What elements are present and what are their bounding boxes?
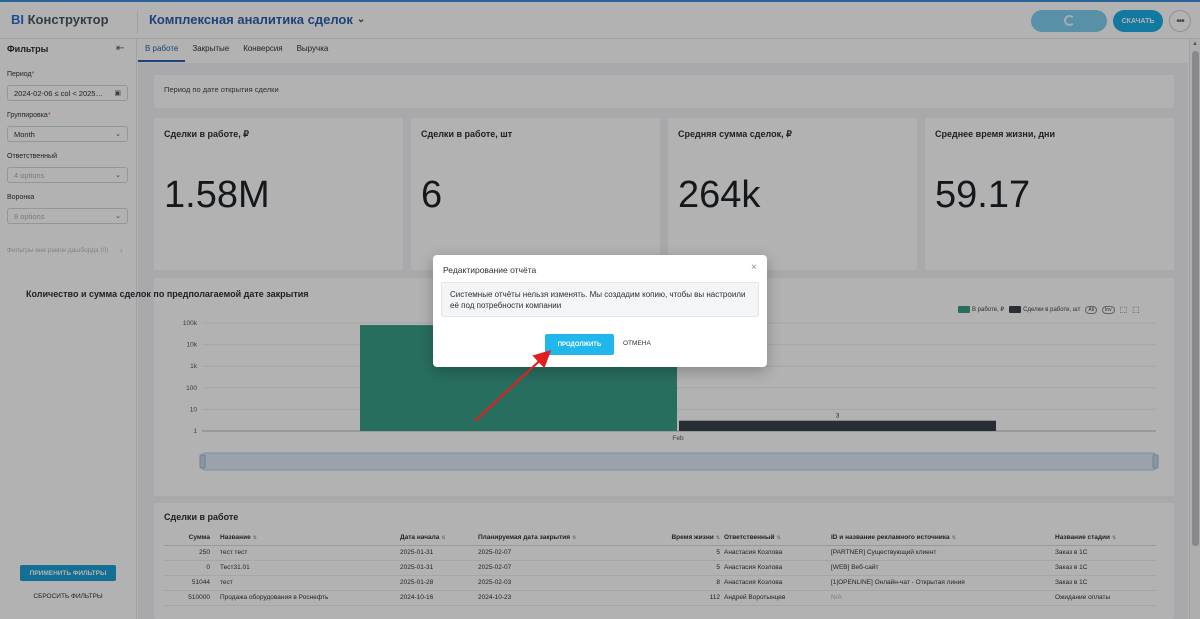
modal-title: Редактирование отчёта [443,265,537,275]
continue-button[interactable]: ПРОДОЛЖИТЬ [545,334,614,355]
cancel-button[interactable]: ОТМЕНА [623,340,651,347]
modal-message: Системные отчёты нельзя изменять. Мы соз… [441,282,759,317]
close-icon[interactable]: × [751,262,757,273]
edit-report-modal: Редактирование отчёта × Системные отчёты… [433,255,767,367]
